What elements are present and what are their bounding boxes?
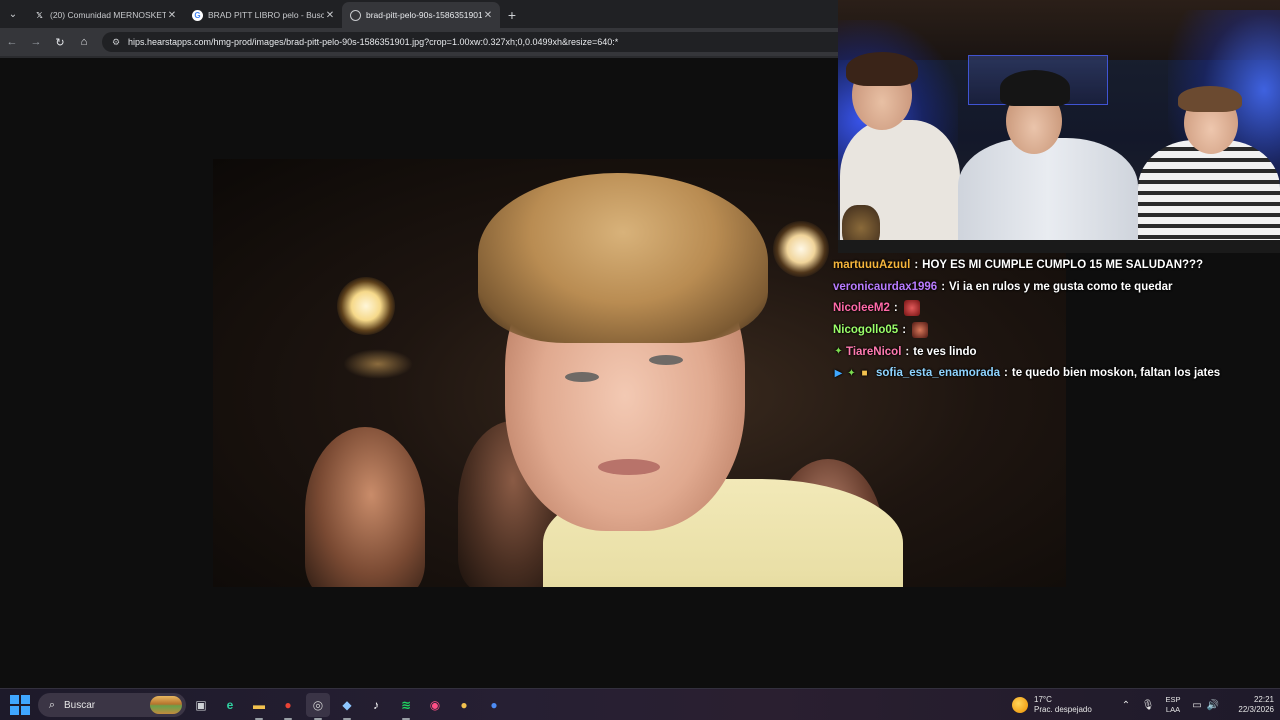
location-pin-icon[interactable]: ◉ (423, 693, 447, 717)
chat-text: Vi ia en rulos y me gusta como te quedar (949, 280, 1173, 293)
windows-taskbar: ⌕ Buscar ▣ e ▬ ● ◎ ◆ ♪ ≋ ◉ ● ● 17°C Prac… (0, 688, 1280, 720)
webcam-overlay (838, 0, 1280, 253)
chrome-canary-icon[interactable]: ● (452, 693, 476, 717)
streamer-center-beanie (1000, 70, 1070, 106)
chat-message: martuuuAzuul : HOY ES MI CUMPLE CUMPLO 1… (833, 254, 1280, 276)
new-tab-button[interactable]: + (500, 2, 524, 28)
weather-sun-icon (1012, 697, 1028, 713)
spotify-icon[interactable]: ≋ (394, 693, 418, 720)
search-icon: ⌕ (48, 698, 56, 711)
url-text: hips.hearstapps.com/hmg-prod/images/brad… (128, 37, 619, 47)
chat-username: sofia_esta_enamorada (876, 367, 1001, 380)
reload-icon[interactable]: ↻ (48, 28, 72, 56)
search-placeholder: Buscar (64, 699, 96, 711)
chat-text: HOY ES MI CUMPLE CUMPLO 15 ME SALUDAN??? (922, 258, 1204, 271)
mouth (598, 459, 660, 475)
forward-arrow-icon[interactable]: → (24, 28, 48, 56)
tiktok-icon[interactable]: ♪ (364, 693, 388, 717)
site-info-icon[interactable]: ⚙ (110, 36, 122, 48)
weather-temp: 17°C (1034, 695, 1052, 704)
chat-message: ✦ TiareNicol : te ves lindo (833, 341, 1280, 363)
edge-icon[interactable]: e (218, 693, 242, 717)
tab-title: (20) Comunidad MERNOSKETTI (50, 10, 166, 20)
tab-google-search[interactable]: G BRAD PITT LIBRO pelo - Buscar ✕ (184, 2, 342, 28)
emote-icon (903, 300, 920, 317)
keyboard-layout: LAA (1165, 705, 1181, 714)
language-code: ESP (1165, 695, 1181, 704)
globe-icon (350, 9, 361, 21)
show-hidden-icons-chevron-icon[interactable]: ⌃ (1118, 693, 1134, 717)
sparkle-badge-icon: ✦ (847, 367, 856, 379)
weather-widget[interactable]: 17°C Prac. despejado (1012, 693, 1092, 717)
stage-light (773, 221, 829, 277)
network-icon[interactable]: ▭ (1190, 693, 1204, 717)
clock-time: 22:21 (1253, 695, 1274, 704)
chat-separator: : (905, 345, 910, 358)
sub-badge-icon: ■ (861, 367, 868, 379)
obs-icon[interactable]: ◎ (306, 693, 330, 720)
streamer-center (958, 138, 1138, 253)
streamer-right-hair (1178, 86, 1242, 112)
chat-text: te ves lindo (913, 345, 977, 358)
streamer-right (1138, 140, 1280, 253)
tab-title: brad-pitt-pelo-90s-1586351901 (366, 10, 482, 20)
chat-username: martuuuAzuul (833, 258, 911, 271)
home-icon[interactable]: ⌂ (72, 28, 96, 56)
emote-icon (912, 321, 929, 338)
steam-icon[interactable]: ◆ (335, 693, 359, 720)
windows-start-icon[interactable] (10, 695, 30, 715)
task-view-icon[interactable]: ▣ (189, 693, 213, 717)
search-highlight-burger-icon (150, 696, 182, 714)
chat-separator: : (941, 280, 946, 293)
eye (649, 355, 683, 365)
close-tab-icon[interactable]: ✕ (166, 10, 178, 21)
chat-message: ▶ ✦ ■ sofia_esta_enamorada : te quedo bi… (833, 362, 1280, 384)
tab-comunidad[interactable]: 𝕏 (20) Comunidad MERNOSKETTI ✕ (26, 2, 184, 28)
chrome-icon[interactable]: ● (276, 693, 300, 720)
file-explorer-icon[interactable]: ▬ (247, 693, 271, 720)
background-person (305, 427, 425, 587)
streamer-left-hair (846, 52, 918, 86)
light-glow (343, 349, 413, 379)
system-clock[interactable]: 22:21 22/3/2026 (1222, 695, 1274, 715)
microphone-icon[interactable]: 🎙 (1140, 693, 1156, 717)
chat-username: veronicaurdax1996 (833, 280, 938, 293)
eye (565, 372, 599, 382)
taskbar-search-box[interactable]: ⌕ Buscar (38, 693, 186, 717)
close-tab-icon[interactable]: ✕ (324, 10, 336, 21)
tab-search-chevron-icon[interactable]: ⌄ (0, 0, 26, 28)
stage-light (337, 277, 395, 335)
chat-separator: : (914, 258, 919, 271)
x-logo-icon: 𝕏 (36, 10, 43, 20)
chat-overlay: martuuuAzuul : HOY ES MI CUMPLE CUMPLO 1… (833, 254, 1280, 394)
sparkle-badge-icon: ✦ (834, 346, 843, 358)
chat-message: NicoleeM2 : (833, 297, 1280, 319)
hair (478, 173, 768, 343)
chat-text: te quedo bien moskon, faltan los jates (1011, 367, 1221, 380)
back-arrow-icon[interactable]: ← (0, 28, 24, 56)
chat-separator: : (893, 302, 898, 315)
chat-separator: : (1004, 367, 1008, 380)
chat-username: Nicogollo05 (833, 323, 899, 336)
chat-username: TiareNicol (846, 345, 902, 358)
desk (838, 240, 1280, 253)
tab-image-active[interactable]: brad-pitt-pelo-90s-1586351901 ✕ (342, 2, 500, 28)
chat-username: NicoleeM2 (833, 302, 890, 315)
chat-separator: : (902, 323, 907, 336)
tab-title: BRAD PITT LIBRO pelo - Buscar (208, 10, 324, 20)
volume-icon[interactable]: 🔊 (1206, 693, 1220, 717)
weather-desc: Prac. despejado (1034, 705, 1092, 714)
clock-date: 22/3/2026 (1238, 705, 1274, 714)
google-logo-icon: G (192, 9, 203, 21)
play-badge-icon: ▶ (834, 367, 843, 379)
input-language[interactable]: ESP LAA (1162, 695, 1184, 715)
close-tab-icon[interactable]: ✕ (482, 10, 494, 21)
chat-message: Nicogollo05 : (833, 319, 1280, 341)
chrome-profile-icon[interactable]: ● (482, 693, 506, 717)
chat-message: veronicaurdax1996 : Vi ia en rulos y me … (833, 276, 1280, 298)
